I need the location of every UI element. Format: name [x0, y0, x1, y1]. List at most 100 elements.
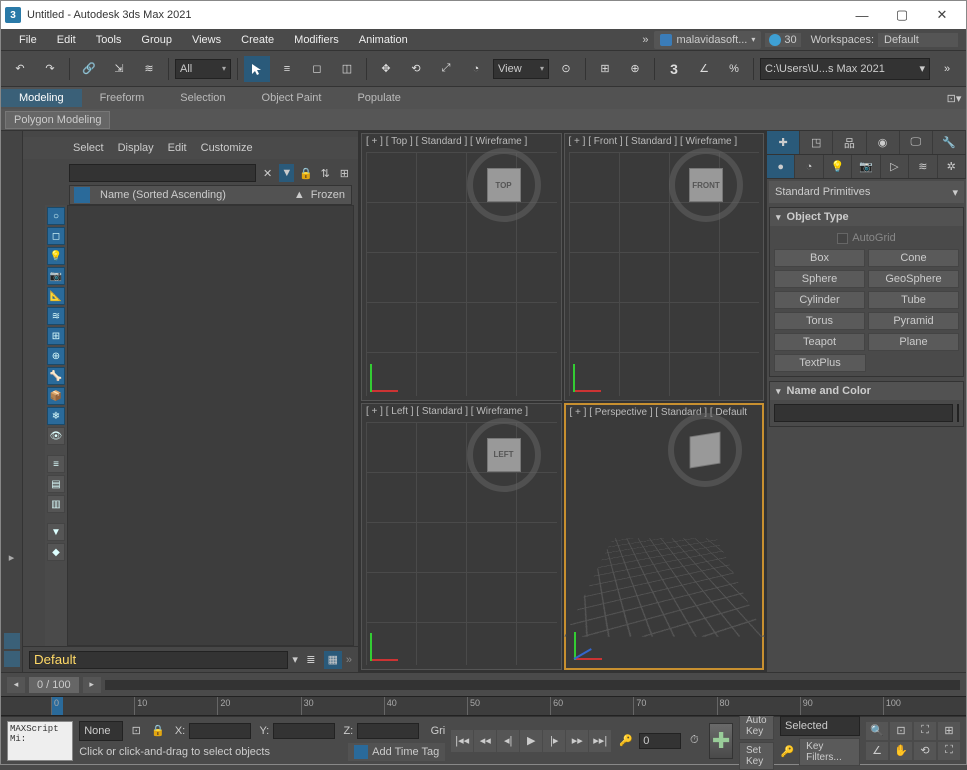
timeline-next-button[interactable]: ▸	[83, 677, 101, 693]
filter-extra-1-icon[interactable]: ▼	[47, 523, 65, 541]
filter-extra-2-icon[interactable]: ◆	[47, 543, 65, 561]
search-icon[interactable]: »	[642, 34, 648, 46]
filter-hidden-icon[interactable]: 👁	[47, 427, 65, 445]
layer-stack-icon[interactable]: ≣	[302, 651, 320, 669]
lights-subtab[interactable]: 💡	[824, 155, 852, 178]
display-tab[interactable]: 🖵	[900, 131, 933, 154]
goto-start-button[interactable]: |◂◂	[451, 730, 473, 752]
viewcube-front[interactable]: FRONT	[679, 158, 733, 212]
object-color-swatch[interactable]	[957, 404, 959, 422]
ribbon-tab-objectpaint[interactable]: Object Paint	[244, 89, 340, 107]
selection-filter-dropdown[interactable]: All▾	[175, 59, 231, 79]
ribbon-tab-freeform[interactable]: Freeform	[82, 89, 163, 107]
select-by-name-button[interactable]: ≡	[274, 56, 300, 82]
viewport-layout-icon-1[interactable]	[4, 633, 20, 649]
autogrid-checkbox[interactable]: AutoGrid	[837, 232, 895, 244]
viewport-top-label[interactable]: [ + ] [ Top ] [ Standard ] [ Wireframe ]	[366, 136, 527, 147]
redo-button[interactable]: ↷	[37, 56, 63, 82]
link-button[interactable]: 🔗	[76, 56, 102, 82]
se-menu-edit[interactable]: Edit	[168, 142, 187, 154]
motion-tab[interactable]: ◉	[867, 131, 900, 154]
key-mode-icon[interactable]: 🔑	[617, 732, 635, 750]
timeline-ruler[interactable]: 0 10 20 30 40 50 60 70 80 90 100	[1, 696, 966, 716]
rect-select-button[interactable]: ◻	[304, 56, 330, 82]
maximize-button[interactable]: ▢	[882, 2, 922, 28]
name-color-header[interactable]: Name and Color	[770, 382, 963, 400]
utilities-tab[interactable]: 🔧	[933, 131, 966, 154]
project-path-field[interactable]: C:\Users\U...s Max 2021 ▾	[760, 58, 930, 80]
lock-selection-icon[interactable]: 🔒	[149, 722, 167, 740]
next-key-button[interactable]: |▸	[543, 730, 565, 752]
spacewarps-subtab[interactable]: ≋	[909, 155, 937, 178]
cone-button[interactable]: Cone	[868, 249, 959, 267]
ref-coord-dropdown[interactable]: View▾	[493, 59, 549, 79]
more-button[interactable]: »	[934, 56, 960, 82]
expand-icon[interactable]: ⊞	[337, 164, 352, 182]
sort-icon[interactable]: ⇅	[318, 164, 333, 182]
zoom-extents-all-button[interactable]: ⊞	[938, 722, 960, 740]
shapes-subtab[interactable]: ◔	[795, 155, 823, 178]
filter-bone-icon[interactable]: 🦴	[47, 367, 65, 385]
close-button[interactable]: ✕	[922, 2, 962, 28]
prev-frame-button[interactable]: ◂◂	[474, 730, 496, 752]
ribbon-expand-icon[interactable]: ⊡▾	[946, 90, 962, 106]
filter-cameras-icon[interactable]: 📷	[47, 267, 65, 285]
layer-add-icon[interactable]: ▦	[324, 651, 342, 669]
select-object-button[interactable]	[244, 56, 270, 82]
goto-end-button[interactable]: ▸▸|	[589, 730, 611, 752]
se-menu-select[interactable]: Select	[73, 142, 104, 154]
ribbon-tab-selection[interactable]: Selection	[162, 89, 243, 107]
column-name[interactable]: Name (Sorted Ascending)	[94, 189, 281, 201]
primitive-category-dropdown[interactable]: Standard Primitives▾	[769, 181, 964, 203]
angle-snap-button[interactable]: ∠	[691, 56, 717, 82]
cylinder-button[interactable]: Cylinder	[774, 291, 865, 309]
time-config-icon[interactable]: ⏱	[685, 732, 703, 750]
keyboard-shortcut-button[interactable]: ⊕	[622, 56, 648, 82]
maximize-viewport-button[interactable]: ⛶	[938, 742, 960, 760]
menu-modifiers[interactable]: Modifiers	[284, 32, 349, 48]
time-slider-track[interactable]	[105, 680, 960, 690]
viewport-top[interactable]: [ + ] [ Top ] [ Standard ] [ Wireframe ]…	[361, 133, 562, 401]
filter-none-icon[interactable]: ≡	[47, 455, 65, 473]
geosphere-button[interactable]: GeoSphere	[868, 270, 959, 288]
unlink-button[interactable]: ⇲	[106, 56, 132, 82]
polygon-modeling-chip[interactable]: Polygon Modeling	[5, 111, 110, 129]
zoom-all-button[interactable]: ⊡	[890, 722, 912, 740]
scene-explorer-tree[interactable]	[67, 205, 354, 646]
menu-edit[interactable]: Edit	[47, 32, 86, 48]
menu-file[interactable]: File	[9, 32, 47, 48]
object-name-input[interactable]	[774, 404, 953, 422]
pyramid-button[interactable]: Pyramid	[868, 312, 959, 330]
filter-invert-icon[interactable]: ▥	[47, 495, 65, 513]
filter-groups-icon[interactable]: ⊞	[47, 327, 65, 345]
fov-button[interactable]: ∠	[866, 742, 888, 760]
user-account[interactable]: malavidasoft... ▾	[654, 31, 761, 49]
y-input[interactable]	[273, 723, 335, 739]
filter-all-icon[interactable]: ▤	[47, 475, 65, 493]
menu-group[interactable]: Group	[131, 32, 182, 48]
geometry-subtab[interactable]: ●	[767, 155, 795, 178]
set-key-big-button[interactable]: ✚	[709, 723, 733, 759]
filter-shapes-icon[interactable]: ◻	[47, 227, 65, 245]
viewport-front-label[interactable]: [ + ] [ Front ] [ Standard ] [ Wireframe…	[569, 136, 738, 147]
undo-button[interactable]: ↶	[7, 56, 33, 82]
drag-handle-icon[interactable]: »	[346, 654, 352, 666]
add-time-tag-button[interactable]: Add Time Tag	[348, 743, 445, 761]
autosave-timer[interactable]: 30	[765, 33, 800, 47]
helpers-subtab[interactable]: ▷	[881, 155, 909, 178]
layer-name-input[interactable]	[29, 651, 288, 669]
x-input[interactable]	[189, 723, 251, 739]
viewcube-top[interactable]: TOP	[477, 158, 531, 212]
menu-create[interactable]: Create	[231, 32, 284, 48]
key-filters-button[interactable]: Key Filters...	[799, 738, 860, 766]
filter-xrefs-icon[interactable]: ⊕	[47, 347, 65, 365]
percent-snap-button[interactable]: %	[721, 56, 747, 82]
viewport-left[interactable]: [ + ] [ Left ] [ Standard ] [ Wireframe …	[361, 403, 562, 671]
viewcube-left[interactable]: LEFT	[477, 428, 531, 482]
minimize-button[interactable]: —	[842, 2, 882, 28]
hierarchy-tab[interactable]: 品	[833, 131, 866, 154]
pan-button[interactable]: ✋	[890, 742, 912, 760]
clear-search-icon[interactable]: ✕	[260, 164, 275, 182]
timeline-prev-button[interactable]: ◂	[7, 677, 25, 693]
object-type-header[interactable]: Object Type	[770, 208, 963, 226]
